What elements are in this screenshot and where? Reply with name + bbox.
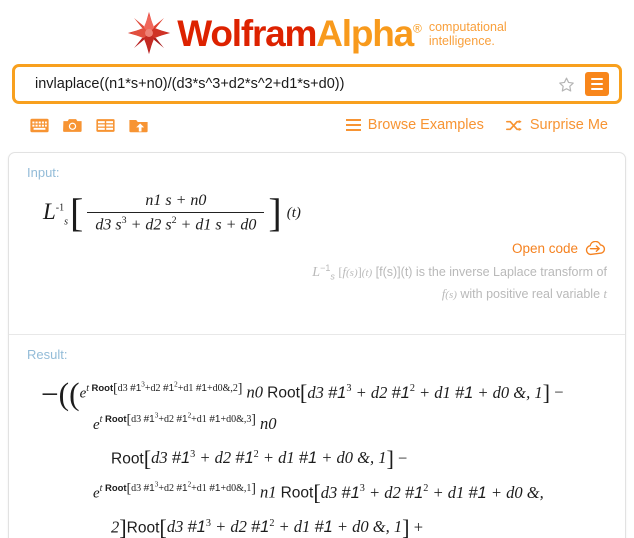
results-card: Input: L-1s [ n1 s + n0 d3 s3 + d2 s2 + … xyxy=(8,152,626,538)
tagline-line-1: computational xyxy=(428,20,507,34)
camera-icon[interactable] xyxy=(63,117,82,134)
wordmark: WolframAlpha® xyxy=(177,15,422,52)
surprise-me-label: Surprise Me xyxy=(529,117,608,133)
open-code-label: Open code xyxy=(511,241,578,256)
tagline-line-2: intelligence. xyxy=(428,34,495,48)
fraction-denominator: d3 s3 + d2 s2 + d1 s + d0 xyxy=(87,212,265,234)
input-fraction: n1 s + n0 d3 s3 + d2 s2 + d1 s + d0 xyxy=(87,192,265,234)
result-expression: −((et Root[d3 #13+d2 #12+d1 #1+d0&,2] n0… xyxy=(27,374,607,538)
search-input[interactable] xyxy=(15,68,553,100)
wordmark-wolfram: Wolfram xyxy=(177,12,317,54)
bracket-open: [ xyxy=(70,190,84,236)
pod-result: Result: −((et Root[d3 #13+d2 #12+d1 #1+d… xyxy=(9,334,625,538)
result-line: 2]Root[d3 #13 + d2 #12 + d1 #1 + d0 &, 1… xyxy=(111,514,423,538)
open-code-link[interactable]: Open code xyxy=(512,241,607,256)
input-toolbar: Browse Examples Surprise Me xyxy=(12,107,622,143)
keyboard-icon[interactable] xyxy=(30,117,49,134)
result-line: Root[d3 #13 + d2 #12 + d1 #1 + d0 &, 1] … xyxy=(111,445,408,471)
input-formula: L-1s [ n1 s + n0 d3 s3 + d2 s2 + d1 s + … xyxy=(27,192,607,234)
equals-bar-bottom xyxy=(591,87,603,91)
cloud-arrow-icon xyxy=(585,241,606,256)
input-argument: (t) xyxy=(286,204,301,221)
submit-equals-button[interactable] xyxy=(585,72,609,96)
shuffle-icon xyxy=(505,119,522,131)
result-line: −((et Root[d3 #13+d2 #12+d1 #1+d0&,2] n0… xyxy=(41,376,564,412)
result-line: et Root[d3 #13+d2 #12+d1 #1+d0&,3] n0 xyxy=(93,411,277,433)
data-table-icon[interactable] xyxy=(96,117,115,134)
brand-tagline: computational intelligence. xyxy=(429,20,507,48)
inverse-laplace-operator: L-1s xyxy=(43,198,69,228)
favorite-star-icon[interactable] xyxy=(553,71,579,97)
input-caption: L−1s [f(s)](t) [f(s)](t) is the inverse … xyxy=(27,260,607,304)
toolbar-links: Browse Examples Surprise Me xyxy=(345,117,622,133)
equals-bar-top xyxy=(591,77,603,81)
fraction-numerator: n1 s + n0 xyxy=(145,192,207,209)
wolframalpha-logo[interactable]: WolframAlpha® computational intelligence… xyxy=(127,11,507,55)
hamburger-menu-icon xyxy=(345,118,361,132)
search-bar[interactable] xyxy=(12,64,622,104)
browse-examples-label: Browse Examples xyxy=(367,117,484,133)
wolfram-spikey-icon xyxy=(128,11,171,55)
caption-line-2: f(s) with positive real variable t xyxy=(441,286,607,301)
result-line: et Root[d3 #13+d2 #12+d1 #1+d0&,1] n1 Ro… xyxy=(93,480,544,506)
registered-mark: ® xyxy=(413,21,422,36)
upload-folder-icon[interactable] xyxy=(129,117,148,134)
pod-result-label: Result: xyxy=(27,347,68,362)
input-method-icons xyxy=(12,117,148,134)
bracket-close: ] xyxy=(268,190,282,236)
surprise-me-link[interactable]: Surprise Me xyxy=(505,117,608,133)
pod-input-label: Input: xyxy=(27,165,60,180)
pod-input: Input: L-1s [ n1 s + n0 d3 s3 + d2 s2 + … xyxy=(9,153,625,334)
browse-examples-link[interactable]: Browse Examples xyxy=(345,117,484,133)
wordmark-alpha: Alpha xyxy=(316,12,414,54)
site-header: WolframAlpha® computational intelligence… xyxy=(0,0,634,62)
wolframalpha-page: WolframAlpha® computational intelligence… xyxy=(0,0,634,538)
equals-bar-mid xyxy=(591,82,603,86)
pod-input-body: L-1s [ n1 s + n0 d3 s3 + d2 s2 + d1 s + … xyxy=(27,192,607,304)
caption-line-1: L−1s [f(s)](t) [f(s)](t) is the inverse … xyxy=(312,263,607,282)
